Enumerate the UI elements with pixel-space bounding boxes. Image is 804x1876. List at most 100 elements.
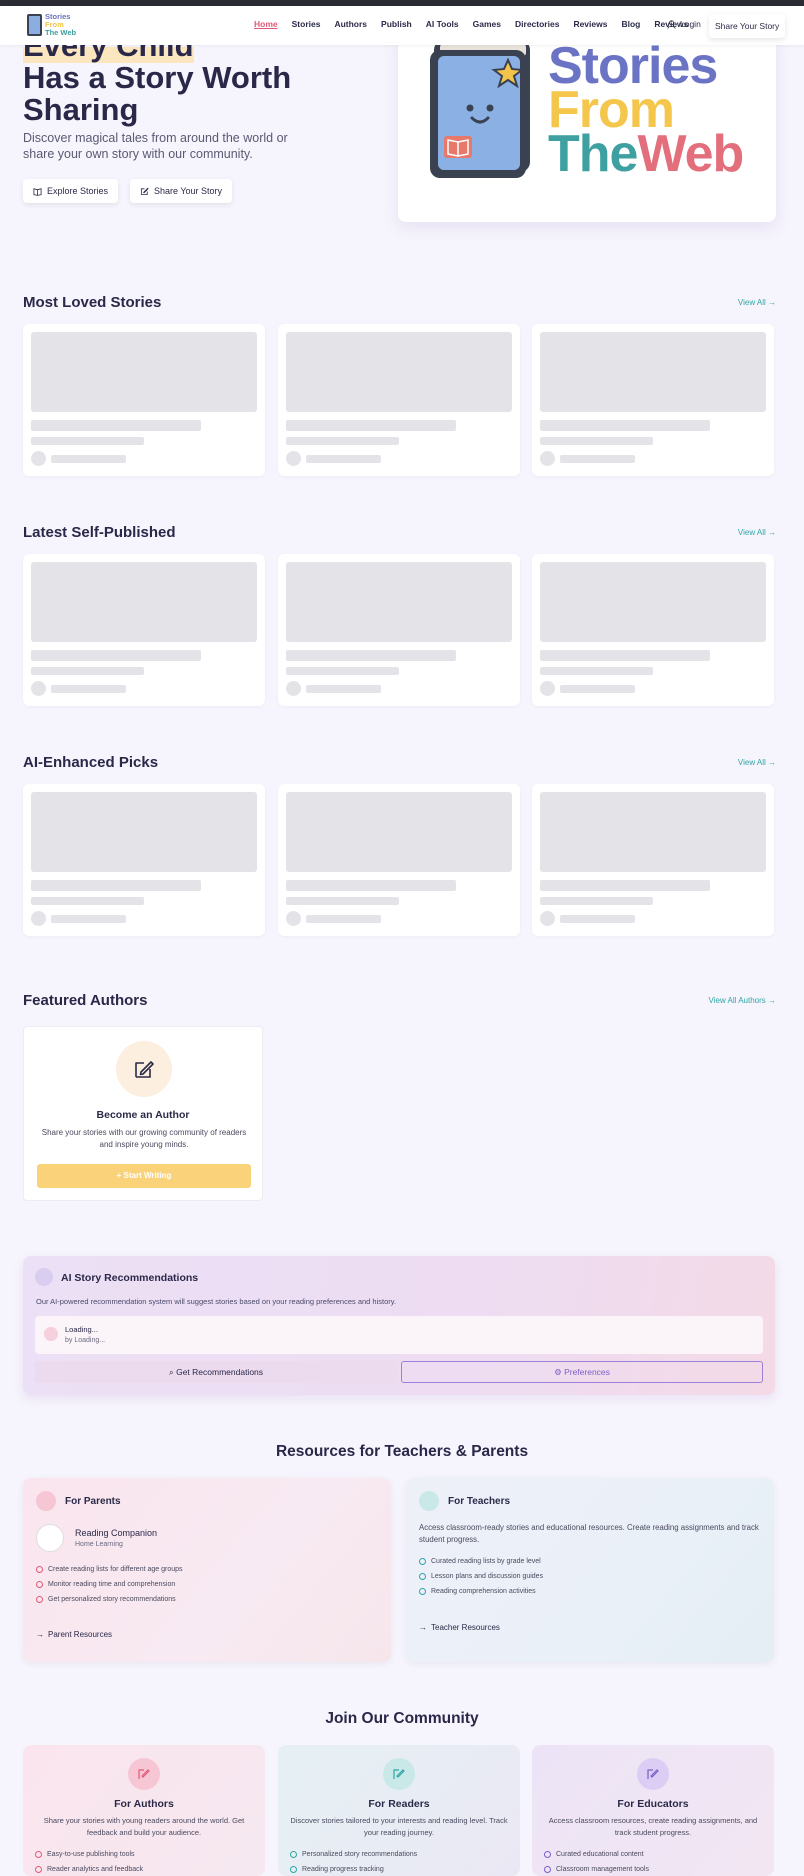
parent-resources-link[interactable]: → Parent Resources	[36, 1630, 112, 1639]
nav-authors[interactable]: Authors	[334, 19, 367, 29]
get-recommendations-button[interactable]: ⌕ Get Recommendations	[35, 1361, 397, 1383]
skeleton-line	[31, 880, 201, 891]
arrow-right-icon: →	[36, 1630, 44, 1639]
story-card-skeleton[interactable]	[23, 784, 265, 936]
skeleton-image	[286, 562, 512, 642]
skeleton-avatar	[286, 681, 301, 696]
skeleton-image	[540, 792, 766, 872]
hero-title-line: Has a Story Worth	[23, 60, 292, 95]
readers-card-title: For Readers	[368, 1798, 430, 1810]
nav-blog[interactable]: Blog	[621, 19, 640, 29]
check-circle-icon	[35, 1866, 42, 1873]
author-icon-circle	[116, 1041, 172, 1097]
resources-title: Resources for Teachers & Parents	[275, 1443, 529, 1460]
explore-stories-label: Explore Stories	[47, 186, 109, 196]
graduation-cap-icon	[419, 1491, 439, 1511]
sparkle-icon	[44, 1327, 58, 1341]
story-card-skeleton[interactable]	[23, 554, 265, 706]
skeleton-line	[540, 667, 653, 675]
skeleton-avatar	[286, 911, 301, 926]
big-logo-text: Stories From TheWeb	[548, 40, 744, 180]
educators-community-card: For Educators Access classroom resources…	[532, 1745, 774, 1876]
nav-publish[interactable]: Publish	[381, 19, 412, 29]
list-item-text: Lesson plans and discussion guides	[431, 1573, 544, 1580]
story-card-skeleton[interactable]	[532, 324, 774, 476]
site-logo[interactable]: Stories From The Web	[27, 13, 77, 39]
authors-list-item: Reader analytics and feedback	[35, 1866, 143, 1873]
view-all-most-loved[interactable]: View All →	[738, 298, 776, 307]
logo-line: The Web	[45, 28, 77, 37]
skeleton-image	[31, 792, 257, 872]
view-all-ai-picks[interactable]: View All →	[738, 758, 776, 767]
explore-stories-button[interactable]: Explore Stories	[23, 179, 119, 203]
list-item-text: Curated reading lists by grade level	[431, 1558, 541, 1565]
check-circle-icon	[36, 1581, 43, 1588]
skeleton-line	[560, 915, 635, 923]
readers-community-card: For Readers Discover stories tailored to…	[278, 1745, 520, 1876]
skeleton-line	[560, 455, 635, 463]
start-writing-button[interactable]: + Start Writing	[37, 1164, 251, 1188]
share-story-button[interactable]: Share Your Story	[709, 14, 786, 38]
skeleton-line	[31, 897, 144, 905]
search-icon: ⌕	[168, 1367, 174, 1377]
user-icon	[667, 19, 676, 29]
logo-line: Web	[637, 125, 744, 183]
list-item-text: Curated educational content	[556, 1851, 644, 1858]
navbar: Stories From The Web Home Stories Author…	[0, 6, 804, 45]
list-item-text: Personalized story recommendations	[302, 1851, 418, 1858]
nav-ai-tools[interactable]: AI Tools	[426, 19, 459, 29]
readers-list-item: Personalized story recommendations	[290, 1851, 417, 1858]
teachers-heading: For Teachers	[448, 1496, 511, 1507]
nav-links: Home Stories Authors Publish AI Tools Ga…	[254, 19, 702, 29]
check-circle-icon	[419, 1588, 426, 1595]
share-your-story-label: Share Your Story	[154, 186, 223, 196]
share-your-story-button[interactable]: Share Your Story	[130, 179, 233, 203]
list-item-text: Reading comprehension activities	[431, 1588, 536, 1595]
preferences-button[interactable]: ⚙ Preferences	[401, 1361, 763, 1383]
list-item-text: Get personalized story recommendations	[48, 1596, 176, 1603]
logo-text: Stories From The Web	[45, 13, 76, 37]
story-card-skeleton[interactable]	[532, 554, 774, 706]
skeleton-image	[31, 332, 257, 412]
loading-author: by Loading...	[65, 1337, 106, 1344]
login-link[interactable]: Login	[667, 19, 701, 29]
view-all-latest[interactable]: View All →	[738, 528, 776, 537]
logo-line: The	[548, 125, 638, 183]
skeleton-line	[286, 880, 456, 891]
check-circle-icon	[290, 1866, 297, 1873]
skeleton-avatar	[31, 681, 46, 696]
nav-stories[interactable]: Stories	[292, 19, 321, 29]
nav-games[interactable]: Games	[473, 19, 501, 29]
nav-home[interactable]: Home	[254, 19, 278, 29]
skeleton-line	[560, 685, 635, 693]
hero-title-line: Sharing	[23, 92, 139, 127]
ai-panel-title: AI Story Recommendations	[61, 1272, 199, 1284]
skeleton-image	[540, 332, 766, 412]
educators-list-item: Curated educational content	[544, 1851, 644, 1858]
hero-subtitle: Discover magical tales from around the w…	[23, 131, 288, 161]
authors-community-card: For Authors Share your stories with youn…	[23, 1745, 265, 1876]
preferences-label: Preferences	[564, 1367, 610, 1377]
list-item-text: Classroom management tools	[556, 1866, 649, 1873]
story-card-skeleton[interactable]	[278, 554, 520, 706]
skeleton-line	[286, 897, 399, 905]
story-card-skeleton[interactable]	[278, 784, 520, 936]
teachers-list-item: Reading comprehension activities	[419, 1588, 536, 1595]
edit-icon	[135, 1061, 154, 1078]
nav-reviews[interactable]: Reviews	[573, 19, 607, 29]
teacher-resources-link[interactable]: → Teacher Resources	[419, 1623, 500, 1632]
story-card-skeleton[interactable]	[278, 324, 520, 476]
companion-title: Reading Companion	[75, 1528, 158, 1538]
skeleton-avatar	[286, 451, 301, 466]
teachers-list-item: Curated reading lists by grade level	[419, 1558, 541, 1565]
story-card-skeleton[interactable]	[23, 324, 265, 476]
skeleton-image	[286, 332, 512, 412]
nav-directories[interactable]: Directories	[515, 19, 559, 29]
story-card-skeleton[interactable]	[532, 784, 774, 936]
author-card-desc: Share your stories with our growing comm…	[41, 1128, 247, 1149]
skeleton-line	[286, 650, 456, 661]
get-recommendations-label: Get Recommendations	[176, 1367, 264, 1377]
view-all-authors[interactable]: View All Authors →	[709, 996, 776, 1005]
list-item-text: Easy-to-use publishing tools	[47, 1851, 135, 1858]
parent-resources-label: Parent Resources	[48, 1630, 113, 1639]
